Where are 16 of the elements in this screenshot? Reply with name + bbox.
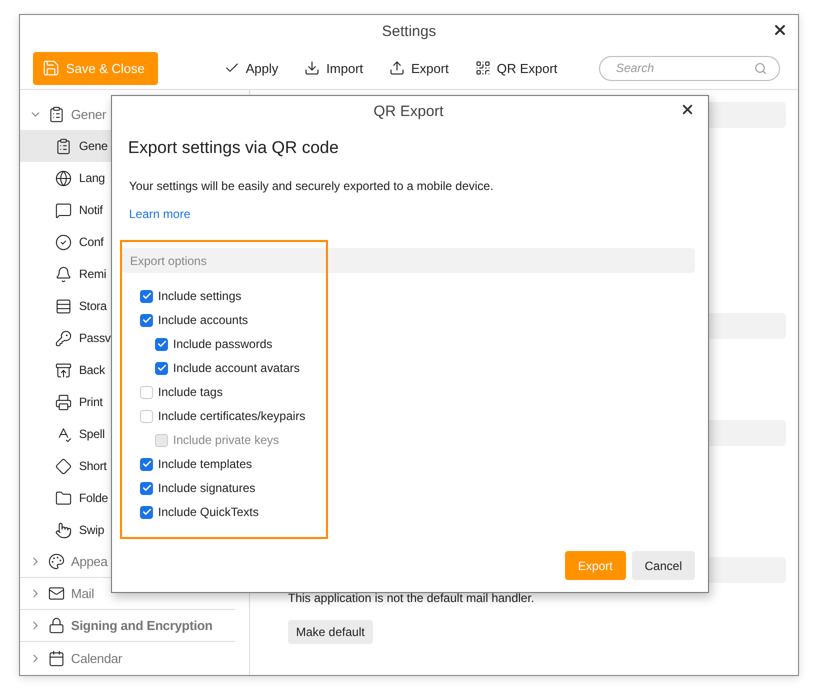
window-title: Settings [382,22,436,40]
option-label: Include certificates/keypairs [158,409,306,423]
option-label: Include settings [158,289,242,303]
options-title: Export options [130,254,207,268]
option-label: Include templates [158,457,252,471]
option-label: Include account avatars [173,361,300,375]
notice-text: This application is not the default mail handler. [288,591,536,605]
dialog-title: QR Export [373,102,444,120]
option-label: Include tags [158,385,223,399]
description-text: Your settings will be easily and securely exported to a mobile device. [129,179,494,193]
option-label: Include accounts [158,313,248,327]
option-label: Include QuickTexts [158,505,259,519]
dialog-heading: Export settings via QR code [128,138,340,158]
option-label: Include passwords [173,337,272,351]
option-label: Include signatures [158,481,256,495]
option-label: Include private keys [173,433,280,447]
